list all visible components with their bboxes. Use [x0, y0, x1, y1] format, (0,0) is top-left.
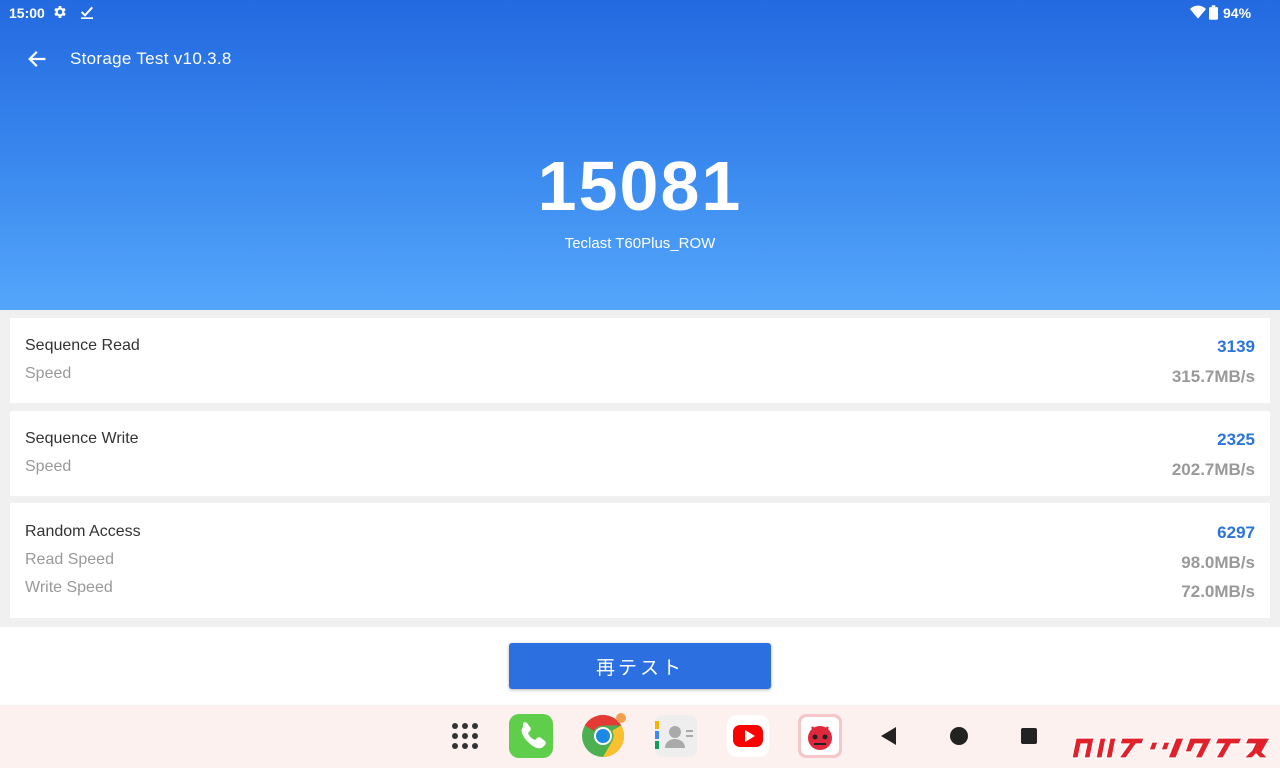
- row-label: Speed: [25, 458, 72, 475]
- row-value: 98.0MB/s: [1181, 553, 1255, 572]
- contacts-icon[interactable]: [653, 713, 699, 759]
- wifi-icon: [1190, 5, 1206, 19]
- row-label: Write Speed: [25, 579, 113, 596]
- download-done-icon: [80, 6, 94, 19]
- section-label: Sequence Write: [25, 430, 139, 447]
- phone-icon[interactable]: [508, 713, 554, 759]
- sequence-read-card: Sequence Read 3139 Speed 315.7MB/s: [10, 318, 1270, 403]
- sequence-write-card: Sequence Write 2325 Speed 202.7MB/s: [10, 411, 1270, 496]
- youtube-icon[interactable]: [725, 713, 771, 759]
- battery-percent: 94%: [1223, 5, 1252, 21]
- section-score: 3139: [1217, 337, 1255, 356]
- section-label: Random Access: [25, 523, 141, 540]
- total-score: 15081: [537, 147, 743, 225]
- page-title: Storage Test v10.3.8: [70, 49, 232, 68]
- retest-button[interactable]: 再テスト: [509, 643, 771, 689]
- chrome-icon[interactable]: [580, 713, 626, 759]
- row-label: Read Speed: [25, 551, 114, 568]
- device-name: Teclast T60Plus_ROW: [564, 235, 716, 252]
- back-triangle-icon[interactable]: [877, 724, 901, 748]
- gear-icon: [54, 6, 66, 18]
- result-header: 15:00 94% Storage Test v10.3.8 15081 Tec…: [0, 0, 1280, 310]
- row-label: Speed: [25, 365, 72, 382]
- row-value: 315.7MB/s: [1171, 367, 1255, 386]
- status-time: 15:00: [9, 5, 45, 21]
- app-drawer-icon[interactable]: [442, 713, 488, 759]
- battery-icon: [1209, 5, 1218, 20]
- section-score: 6297: [1217, 523, 1255, 542]
- site-logo-watermark: [1072, 737, 1272, 759]
- row-value: 72.0MB/s: [1181, 582, 1255, 601]
- home-circle-icon[interactable]: [947, 724, 971, 748]
- recents-square-icon[interactable]: [1017, 724, 1041, 748]
- row-value: 202.7MB/s: [1171, 460, 1255, 479]
- status-bar: 15:00 94%: [0, 0, 1280, 26]
- random-access-card: Random Access 6297 Read Speed 98.0MB/s W…: [10, 503, 1270, 618]
- section-score: 2325: [1217, 430, 1255, 449]
- arrow-left-icon[interactable]: [26, 48, 48, 70]
- section-label: Sequence Read: [25, 337, 140, 354]
- antutu-icon[interactable]: [797, 713, 843, 759]
